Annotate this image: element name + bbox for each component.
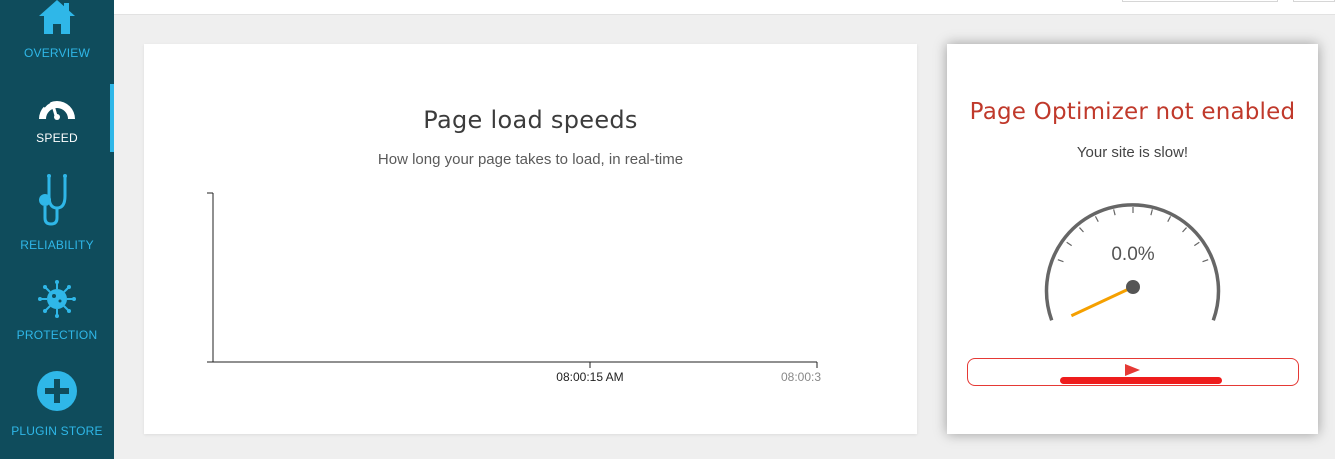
x-tick-label: 08:00:3 bbox=[781, 370, 821, 384]
sidebar-item-overview[interactable]: OVERVIEW bbox=[0, 0, 114, 70]
sidebar-item-label: RELIABILITY bbox=[20, 238, 94, 252]
gauge-value: 0.0% bbox=[1111, 244, 1155, 265]
button-highlight bbox=[1060, 377, 1222, 384]
gauge-needle bbox=[1070, 285, 1134, 318]
top-button[interactable] bbox=[1293, 0, 1335, 2]
stethoscope-icon bbox=[39, 174, 67, 226]
sidebar-item-label: SPEED bbox=[36, 131, 78, 145]
gauge-tick bbox=[1182, 227, 1187, 233]
top-button[interactable] bbox=[1122, 0, 1278, 2]
enable-optimizer-button[interactable] bbox=[967, 358, 1299, 386]
sidebar-item-reliability[interactable]: RELIABILITY bbox=[0, 172, 114, 256]
sidebar-item-protection[interactable]: PROTECTION bbox=[0, 278, 114, 346]
gauge-tick bbox=[1167, 216, 1172, 222]
gauge-tick bbox=[1194, 241, 1200, 247]
gauge-tick bbox=[1094, 216, 1099, 222]
gauge-tick bbox=[1057, 259, 1064, 263]
page-load-chart-card: Page load speeds How long your page take… bbox=[144, 44, 917, 434]
home-icon bbox=[39, 0, 75, 34]
sidebar-item-label: PLUGIN STORE bbox=[11, 424, 103, 438]
sidebar-item-speed[interactable]: SPEED bbox=[0, 84, 114, 152]
gauge-tick bbox=[1202, 259, 1209, 263]
virus-icon bbox=[38, 280, 76, 318]
plus-circle-icon bbox=[37, 371, 77, 411]
sidebar-item-plugin-store[interactable]: PLUGIN STORE bbox=[0, 370, 114, 442]
sidebar-item-label: OVERVIEW bbox=[23, 46, 91, 60]
chart-plot: 08:00:15 AM 08:00:3 bbox=[207, 192, 821, 384]
gauge-tick bbox=[1150, 209, 1153, 216]
sidebar: OVERVIEW SPEED RELIABILITY PROTECTION PL… bbox=[0, 0, 114, 459]
sidebar-item-label: PROTECTION bbox=[16, 328, 98, 342]
play-icon bbox=[1125, 364, 1140, 376]
page-optimizer-card: Page Optimizer not enabled Your site is … bbox=[947, 44, 1318, 434]
gauge-tick bbox=[1079, 227, 1084, 233]
top-bar bbox=[114, 0, 1335, 15]
gauge-hub bbox=[1126, 280, 1140, 294]
gauge-tick bbox=[1066, 241, 1072, 247]
gauge-tick bbox=[1113, 209, 1116, 216]
speedometer-icon bbox=[39, 101, 75, 120]
active-indicator bbox=[110, 84, 114, 152]
x-tick-label: 08:00:15 AM bbox=[556, 370, 623, 384]
